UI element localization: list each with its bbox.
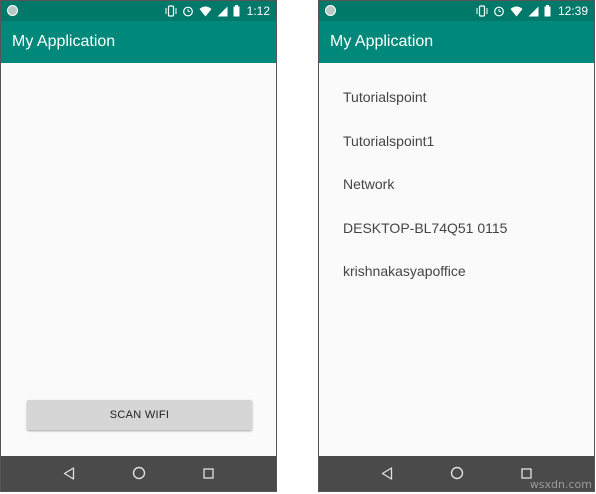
scan-wifi-button[interactable]: SCAN WIFI: [27, 400, 252, 430]
signal-icon: [528, 6, 539, 17]
wifi-network-item[interactable]: Tutorialspoint1: [343, 131, 434, 151]
back-icon[interactable]: [61, 465, 77, 481]
status-bar: 12:39: [319, 1, 594, 21]
status-time: 12:39: [557, 4, 588, 18]
home-icon[interactable]: [449, 465, 465, 481]
wifi-network-item[interactable]: DESKTOP-BL74Q51 0115: [343, 218, 507, 238]
alarm-icon: [182, 5, 194, 17]
wifi-network-item[interactable]: Tutorialspoint: [343, 87, 427, 107]
back-icon[interactable]: [379, 465, 395, 481]
wifi-icon: [199, 6, 212, 17]
battery-icon: [544, 5, 551, 17]
status-icons: 1:12: [165, 3, 270, 19]
watermark: wsxdn.com: [529, 478, 592, 491]
app-title: My Application: [12, 33, 116, 50]
app-bar: My Application: [319, 21, 594, 63]
screenshot-canvas: 1:12 My Application SCAN WIFI 12:39 My A…: [0, 0, 596, 494]
app-title: My Application: [330, 33, 434, 50]
navigation-bar: [1, 456, 276, 491]
main-content: SCAN WIFI: [1, 63, 276, 458]
home-icon[interactable]: [131, 465, 147, 481]
notification-dot-icon: [325, 5, 336, 16]
status-time: 1:12: [246, 4, 270, 18]
signal-icon: [217, 6, 228, 17]
alarm-icon: [493, 5, 505, 17]
status-bar: 1:12: [1, 1, 276, 21]
wifi-icon: [510, 6, 523, 17]
battery-icon: [233, 5, 240, 17]
main-content: Tutorialspoint Tutorialspoint1 Network D…: [319, 63, 594, 458]
app-bar: My Application: [1, 21, 276, 63]
wifi-network-item[interactable]: krishnakasyapoffice: [343, 261, 466, 281]
phone-screen-results: 12:39 My Application Tutorialspoint Tuto…: [318, 0, 595, 492]
vibrate-icon: [476, 5, 488, 17]
phone-screen-scan: 1:12 My Application SCAN WIFI: [0, 0, 277, 492]
wifi-network-item[interactable]: Network: [343, 174, 394, 194]
notification-dot-icon: [7, 5, 18, 16]
recent-apps-icon[interactable]: [200, 465, 216, 481]
status-icons: 12:39: [476, 3, 588, 19]
vibrate-icon: [165, 5, 177, 17]
